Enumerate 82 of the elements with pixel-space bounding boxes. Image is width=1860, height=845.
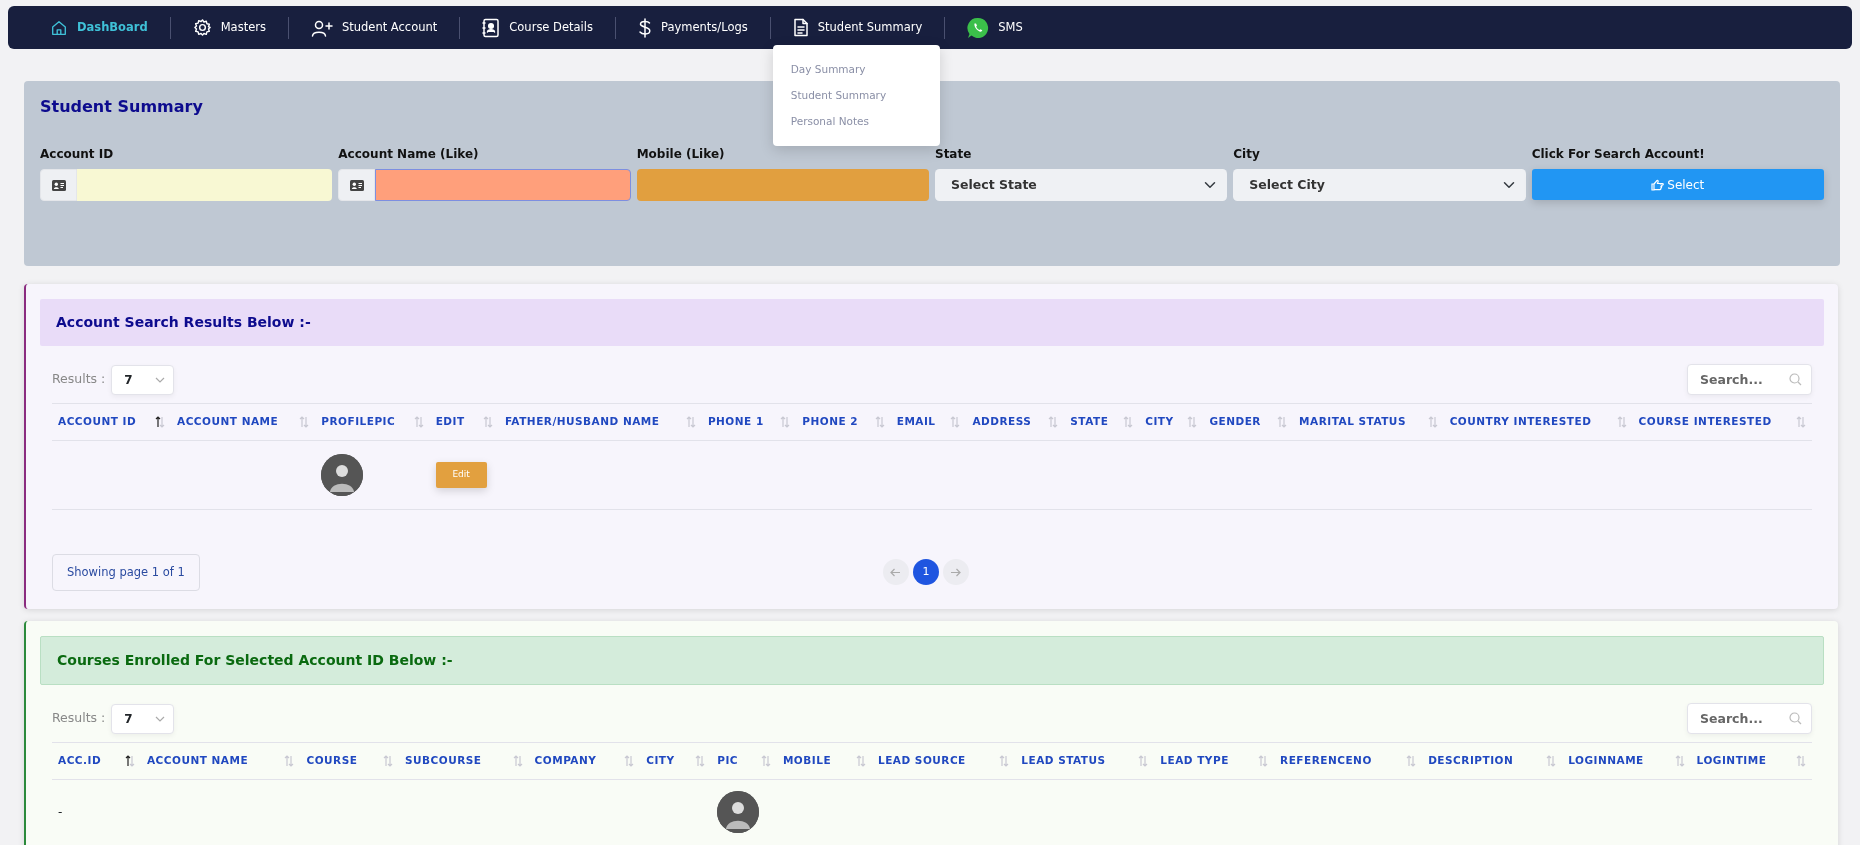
column-header[interactable]: LOGINTIME [1696,753,1767,769]
column-header[interactable]: ACCOUNT NAME [177,414,279,430]
column-header[interactable]: STATE [1070,414,1109,430]
sort-icon[interactable] [124,754,135,767]
field-label: Account Name (Like) [338,146,480,163]
column-header[interactable]: MARITAL STATUS [1299,414,1406,430]
column-header[interactable]: ACC.ID [58,753,102,769]
column-header[interactable]: GENDER [1209,414,1261,430]
search-field[interactable]: Search... [1687,703,1812,734]
search-icon [1789,712,1802,725]
arrow-left-icon [890,567,902,577]
nav-link[interactable]: Course Details [460,6,615,49]
settings-icon [192,18,212,37]
field-label: Click For Search Account! [1531,146,1706,163]
avatar [717,790,760,833]
avatar [321,453,364,496]
column-header[interactable]: PROFILEPIC [321,414,396,430]
column-header[interactable]: FATHER/HUSBAND NAME [504,414,660,430]
nav-link[interactable]: Student Account [288,6,460,49]
column-header[interactable]: COURSE [306,753,358,769]
column-header[interactable]: ACCOUNT ID [58,414,137,430]
search-icon [1789,373,1802,386]
column-header[interactable]: REFERENCENO [1280,753,1372,769]
results-label: Results : [52,370,106,389]
column-header[interactable]: ACCOUNT NAME [146,753,249,769]
column-header[interactable]: MOBILE [782,753,832,769]
column-header[interactable]: LEAD TYPE [1160,753,1229,769]
column-header[interactable]: LOGINNAME [1568,753,1644,769]
field-label: State [935,146,973,163]
chat-icon [967,16,990,39]
column-header[interactable]: CITY [646,753,675,769]
card-title: Courses Enrolled For Selected Account ID Below :- [40,636,1824,685]
home-icon [50,18,68,37]
sort-icon[interactable] [155,415,166,428]
card-title: Account Search Results Below :- [40,299,1824,346]
field-label: City [1233,146,1261,163]
column-header[interactable]: PIC [717,753,739,769]
nav-link[interactable]: SMS [945,6,1045,49]
input-field[interactable] [375,169,631,201]
chevron-down-icon [155,715,166,722]
document-icon [792,18,809,37]
select-field[interactable]: Select City [1233,169,1526,201]
thumbs-up-icon [1651,178,1665,191]
page-size-select[interactable]: 7 [111,364,175,395]
id-card-icon [40,169,77,201]
next-page-button[interactable] [942,559,969,586]
field-label: Mobile (Like) [636,146,726,163]
select-field[interactable]: Select State [935,169,1228,201]
column-header[interactable]: PHONE 2 [802,414,859,430]
previous-page-button[interactable] [882,559,909,586]
arrow-right-icon [950,567,962,577]
table-cell: - [58,804,63,819]
column-header[interactable]: DESCRIPTION [1428,753,1514,769]
id-card-icon [338,169,376,201]
page-info: Showing page 1 of 1 [52,553,200,591]
column-header[interactable]: EMAIL [896,414,936,430]
input-field[interactable] [636,169,929,201]
user-add-icon [310,18,333,37]
input-field[interactable] [77,169,333,201]
column-header[interactable]: LEAD STATUS [1021,753,1106,769]
dollar-icon [638,17,652,38]
nav-link[interactable]: Payments/Logs [616,6,770,49]
page-size-select[interactable]: 7 [111,703,175,734]
search-field[interactable]: Search... [1687,364,1812,395]
nav-link[interactable]: Masters [170,6,288,49]
field-label: Account ID [40,146,115,163]
column-header[interactable]: CITY [1145,414,1174,430]
nav-link[interactable]: DashBoard [28,6,170,49]
chevron-down-icon [155,376,166,383]
column-header[interactable]: COMPANY [534,753,597,769]
panel-title: Student Summary [40,96,203,118]
page-button[interactable]: 1 [912,559,939,586]
nav-link[interactable]: Student Summary [770,6,945,49]
column-header[interactable]: COUNTRY INTERESTED [1449,414,1592,430]
contact-book-icon [482,17,501,38]
column-header[interactable]: EDIT [435,414,465,430]
column-header[interactable]: LEAD SOURCE [877,753,966,769]
column-header[interactable]: PHONE 1 [707,414,764,430]
column-header[interactable]: SUBCOURSE [404,753,482,769]
column-header[interactable]: ADDRESS [972,414,1032,430]
results-label: Results : [52,709,106,728]
column-header[interactable]: COURSE INTERESTED [1638,414,1772,430]
